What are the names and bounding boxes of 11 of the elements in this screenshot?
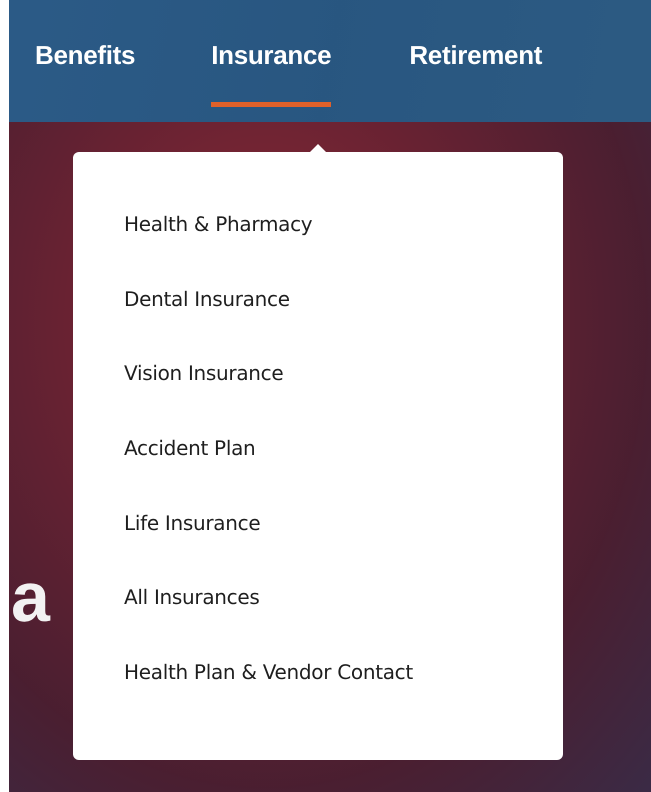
menu-item[interactable]: Life Insurance <box>124 510 260 586</box>
menu-item[interactable]: Vision Insurance <box>124 361 284 436</box>
menu-item[interactable]: Health & Pharmacy <box>124 212 312 287</box>
nav-tab[interactable]: Insurance <box>211 40 332 107</box>
menu-item[interactable]: Dental Insurance <box>124 286 290 362</box>
menu-item[interactable]: All Insurances <box>124 585 260 660</box>
hero-heading: a <box>11 562 50 632</box>
menu-item[interactable]: Accident Plan <box>124 436 256 511</box>
menu-item[interactable]: Health Plan & Vendor Contact <box>124 660 413 735</box>
nav-tab[interactable]: Benefits <box>35 40 136 107</box>
nav-tab[interactable]: Retirement <box>409 40 542 107</box>
